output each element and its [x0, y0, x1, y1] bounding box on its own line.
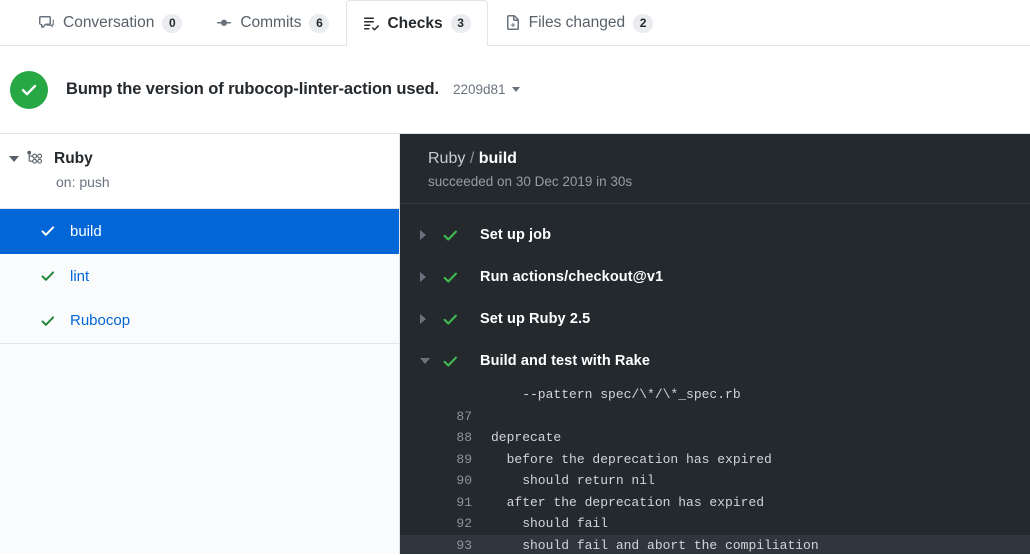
log-line[interactable]: 87 [400, 406, 1030, 428]
checklist-icon [363, 16, 379, 32]
commit-title: Bump the version of rubocop-linter-actio… [66, 80, 439, 99]
log-line-text: after the deprecation has expired [472, 492, 764, 514]
workflow-icon [26, 150, 44, 168]
tab-label: Files changed [529, 14, 626, 32]
log-line[interactable]: 90 should return nil [400, 470, 1030, 492]
breadcrumb-job: build [479, 150, 517, 167]
job-item-lint[interactable]: lint [0, 254, 399, 299]
comment-discussion-icon [39, 15, 55, 31]
tab-commits[interactable]: Commits 6 [199, 0, 346, 45]
check-icon [40, 268, 70, 284]
log-line-number: 89 [422, 449, 472, 471]
job-list: build lint Rubocop [0, 209, 399, 344]
expand-toggle[interactable] [420, 230, 442, 240]
expand-toggle[interactable] [420, 314, 442, 324]
pull-request-tabnav: Conversation 0 Commits 6 Checks 3 Files … [0, 0, 1030, 46]
chevron-down-icon [512, 87, 520, 92]
log-line[interactable]: 89 before the deprecation has expired [400, 449, 1030, 471]
check-icon [442, 227, 480, 244]
tab-counter: 3 [451, 14, 471, 33]
step-name: Set up job [480, 227, 551, 243]
chevron-right-icon [420, 272, 426, 282]
chevron-down-icon [9, 156, 19, 162]
commit-sha-dropdown[interactable]: 2209d81 [453, 82, 520, 97]
breadcrumb-separator: / [470, 150, 474, 167]
log-line-text: should return nil [472, 470, 655, 492]
log-line-text: should fail and abort the compiliation [472, 535, 819, 555]
tab-counter: 0 [162, 14, 182, 33]
log-line-text: should fail [472, 513, 608, 535]
step-run-actions-checkout[interactable]: Run actions/checkout@v1 [400, 256, 1030, 298]
step-set-up-job[interactable]: Set up job [400, 214, 1030, 256]
tab-checks[interactable]: Checks 3 [346, 0, 487, 46]
check-icon [442, 311, 480, 328]
job-item-rubocop[interactable]: Rubocop [0, 298, 399, 343]
step-name: Set up Ruby 2.5 [480, 311, 590, 327]
commit-header: Bump the version of rubocop-linter-actio… [0, 46, 1030, 134]
job-item-build[interactable]: build [0, 209, 399, 254]
tab-conversation[interactable]: Conversation 0 [22, 0, 199, 45]
log-line-number: 87 [422, 406, 472, 428]
check-icon [442, 269, 480, 286]
log-line-number: 88 [422, 427, 472, 449]
check-icon [40, 313, 70, 329]
log-line-number: 90 [422, 470, 472, 492]
tab-label: Checks [387, 15, 442, 33]
step-name: Build and test with Rake [480, 353, 650, 369]
log-line-number: 91 [422, 492, 472, 514]
tab-label: Conversation [63, 14, 154, 32]
workflow-header: Ruby on: push [0, 134, 399, 209]
job-name: Rubocop [70, 312, 130, 329]
tab-files-changed[interactable]: Files changed 2 [488, 0, 671, 45]
check-circle-icon [10, 71, 48, 109]
checks-sidebar: Ruby on: push build lint Ruboc [0, 134, 400, 554]
tab-counter: 6 [309, 14, 329, 33]
step-list: Set up job Run actions/checkout@v1 Set u… [400, 204, 1030, 382]
tab-counter: 2 [633, 14, 653, 33]
chevron-right-icon [420, 230, 426, 240]
job-detail-panel: Ruby / build succeeded on 30 Dec 2019 in… [400, 134, 1030, 554]
log-line[interactable]: 91 after the deprecation has expired [400, 492, 1030, 514]
log-output[interactable]: --pattern spec/\*/\*_spec.rb 87 88 depre… [400, 382, 1030, 554]
log-line[interactable]: --pattern spec/\*/\*_spec.rb [400, 384, 1030, 406]
git-commit-icon [216, 15, 232, 31]
expand-toggle[interactable] [420, 272, 442, 282]
workflow-collapse-toggle[interactable] [4, 156, 24, 162]
log-line-text: deprecate [472, 427, 561, 449]
log-line-number: 93 [422, 535, 472, 555]
job-name: build [70, 223, 102, 240]
workflow-trigger: on: push [0, 174, 399, 190]
step-build-and-test-with-rake[interactable]: Build and test with Rake [400, 340, 1030, 382]
check-icon [40, 223, 70, 239]
job-detail-header: Ruby / build succeeded on 30 Dec 2019 in… [400, 134, 1030, 204]
file-diff-icon [505, 15, 521, 31]
log-line-text: --pattern spec/\*/\*_spec.rb [472, 384, 741, 406]
chevron-right-icon [420, 314, 426, 324]
log-line[interactable]: 92 should fail [400, 513, 1030, 535]
breadcrumb-workflow: Ruby [428, 150, 465, 167]
step-name: Run actions/checkout@v1 [480, 269, 663, 285]
log-line-text: before the deprecation has expired [472, 449, 772, 471]
log-line[interactable]: 93 should fail and abort the compiliatio… [400, 535, 1030, 555]
tab-label: Commits [240, 14, 301, 32]
log-line[interactable]: 88 deprecate [400, 427, 1030, 449]
job-status-text: succeeded on 30 Dec 2019 in 30s [428, 174, 1030, 189]
log-line-number: 92 [422, 513, 472, 535]
checks-body: Ruby on: push build lint Ruboc [0, 134, 1030, 554]
check-icon [442, 353, 480, 370]
commit-sha-value: 2209d81 [453, 82, 506, 97]
job-name: lint [70, 268, 89, 285]
breadcrumb: Ruby / build [428, 150, 1030, 168]
chevron-down-icon [420, 358, 430, 364]
collapse-toggle[interactable] [420, 358, 442, 364]
step-set-up-ruby[interactable]: Set up Ruby 2.5 [400, 298, 1030, 340]
workflow-name: Ruby [54, 150, 93, 168]
